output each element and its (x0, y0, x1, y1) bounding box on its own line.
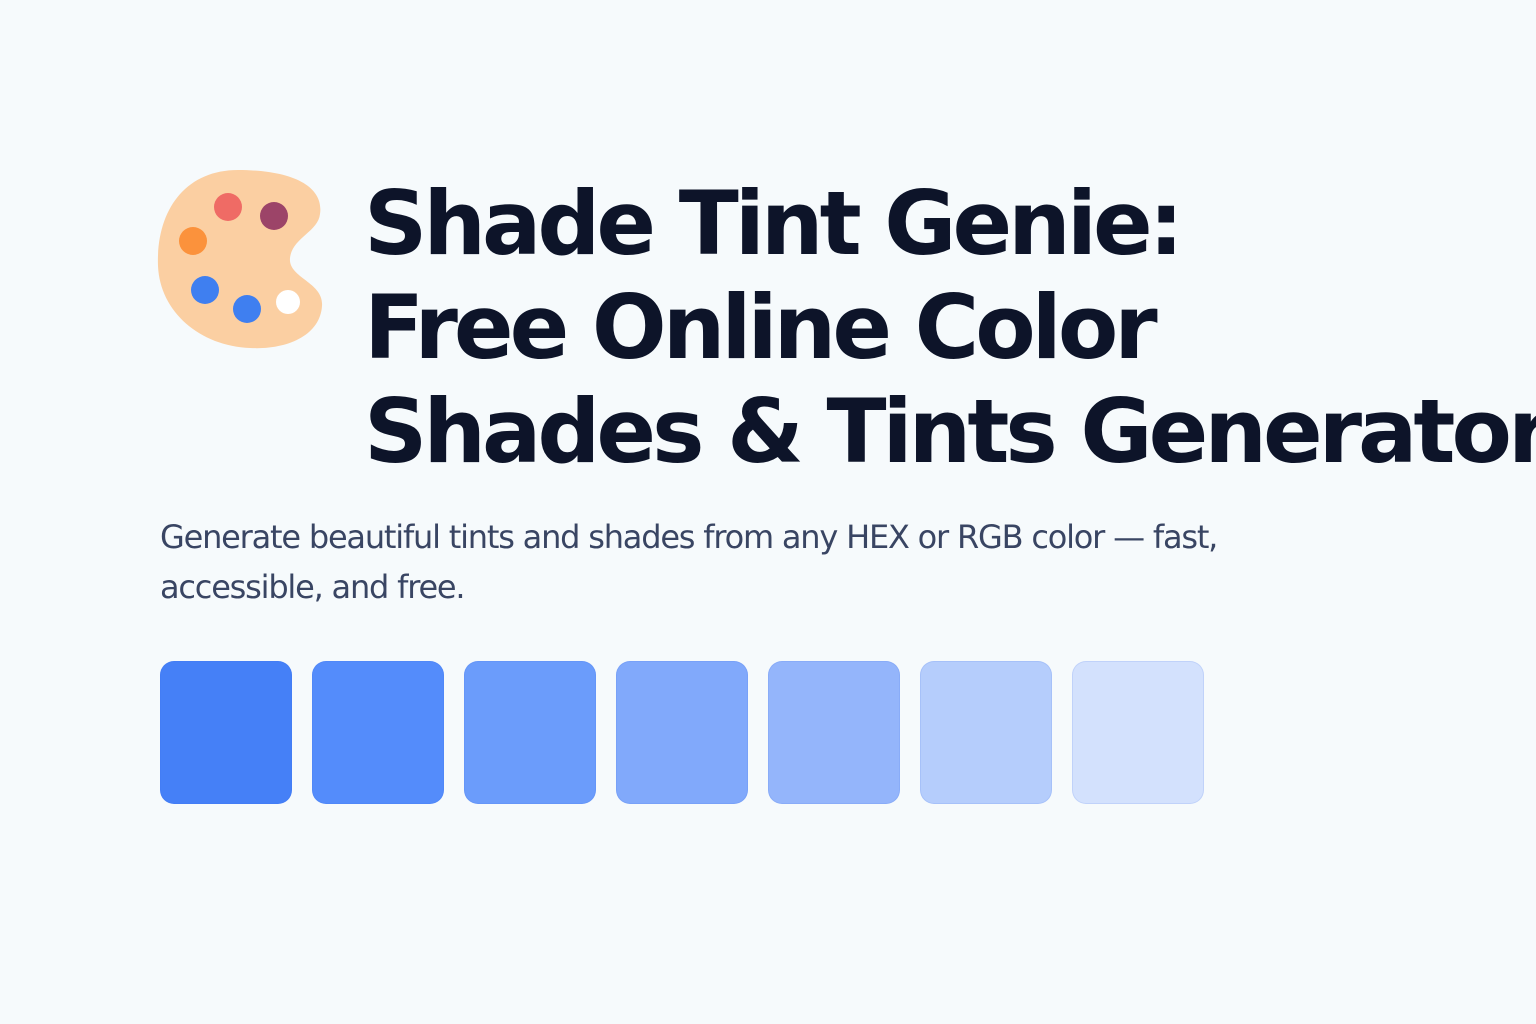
title-line-2: Free Online Color (364, 276, 1158, 379)
palette-dot-blue (191, 276, 219, 304)
title-line-3: Shades & Tints Generator (364, 380, 1536, 483)
title-line-1: Shade Tint Genie: (364, 172, 1184, 275)
palette-dot-orange (179, 227, 207, 255)
palette-dot-plum (260, 202, 288, 230)
page-subtitle: Generate beautiful tints and shades from… (160, 518, 1218, 606)
palette-icon (157, 170, 323, 349)
color-swatch-7[interactable] (1072, 661, 1204, 804)
color-swatch-5[interactable] (768, 661, 900, 804)
page-title: Shade Tint Genie: Free Online Color Shad… (364, 172, 1536, 484)
palette-dot-blue-2 (233, 295, 261, 323)
palette-board (157, 170, 323, 349)
palette-dot-white (276, 290, 300, 314)
palette-dot-red (214, 193, 242, 221)
page: Shade Tint Genie: Free Online Color Shad… (0, 0, 1536, 1024)
color-swatch-6[interactable] (920, 661, 1052, 804)
color-swatch-1[interactable] (160, 661, 292, 804)
color-swatch-2[interactable] (312, 661, 444, 804)
swatch-row (160, 661, 1204, 804)
color-swatch-3[interactable] (464, 661, 596, 804)
color-swatch-4[interactable] (616, 661, 748, 804)
